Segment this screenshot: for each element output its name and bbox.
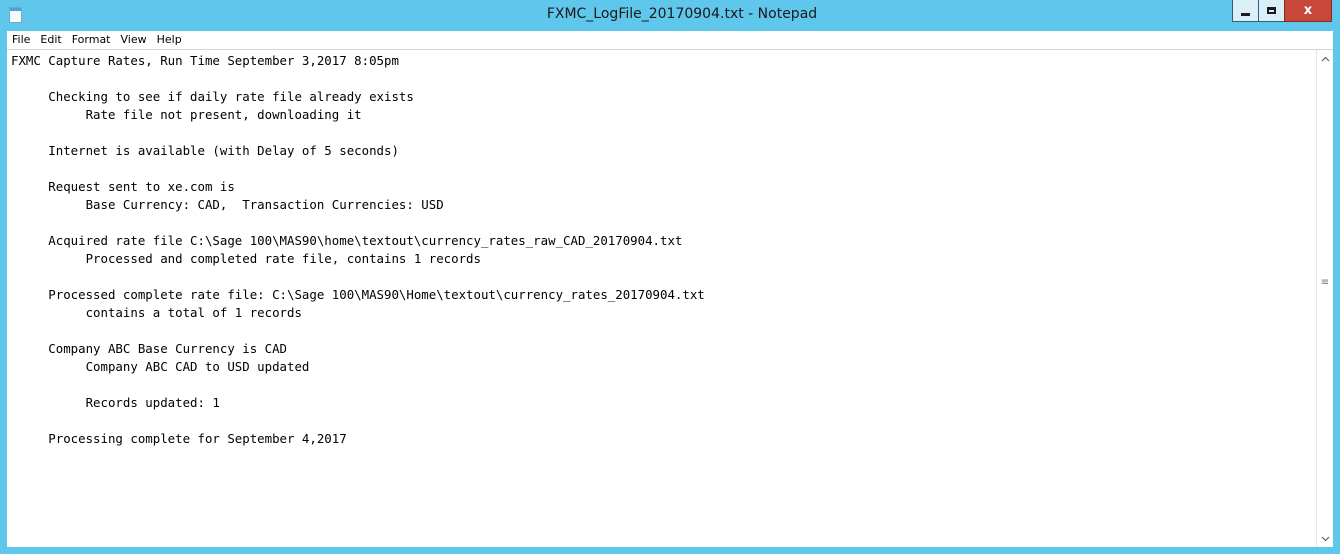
text-line: Request sent to xe.com is bbox=[11, 179, 235, 194]
maximize-button[interactable] bbox=[1258, 0, 1285, 22]
close-button[interactable]: x bbox=[1284, 0, 1332, 22]
menu-format[interactable]: Format bbox=[67, 31, 116, 49]
text-line: Checking to see if daily rate file alrea… bbox=[11, 89, 414, 104]
maximize-icon bbox=[1267, 7, 1276, 14]
text-line: Base Currency: CAD, Transaction Currenci… bbox=[11, 197, 444, 212]
menu-view[interactable]: View bbox=[116, 31, 152, 49]
scroll-thumb[interactable] bbox=[1319, 67, 1331, 530]
text-line: Acquired rate file C:\Sage 100\MAS90\hom… bbox=[11, 233, 683, 248]
window-title: FXMC_LogFile_20170904.txt - Notepad bbox=[546, 6, 818, 22]
text-line: Records updated: 1 bbox=[11, 395, 220, 410]
menu-help[interactable]: Help bbox=[152, 31, 187, 49]
notepad-window: FXMC_LogFile_20170904.txt - Notepad x Fi… bbox=[0, 0, 1340, 554]
scroll-down-arrow-icon[interactable] bbox=[1317, 530, 1333, 547]
text-line: Processed and completed rate file, conta… bbox=[11, 251, 481, 266]
close-icon: x bbox=[1303, 3, 1313, 18]
vertical-scrollbar[interactable]: ≡ bbox=[1316, 50, 1333, 547]
text-line: FXMC Capture Rates, Run Time September 3… bbox=[11, 53, 399, 68]
minimize-button[interactable] bbox=[1232, 0, 1259, 22]
text-line: Internet is available (with Delay of 5 s… bbox=[11, 143, 399, 158]
minimize-icon bbox=[1241, 13, 1250, 16]
title-bar[interactable]: FXMC_LogFile_20170904.txt - Notepad x bbox=[0, 0, 1340, 31]
text-line: Processing complete for September 4,2017 bbox=[11, 431, 347, 446]
menu-bar: File Edit Format View Help bbox=[7, 31, 1333, 49]
editor-area[interactable]: FXMC Capture Rates, Run Time September 3… bbox=[7, 49, 1333, 547]
text-line: Rate file not present, downloading it bbox=[11, 107, 362, 122]
scroll-up-arrow-icon[interactable] bbox=[1317, 50, 1333, 67]
text-line: Processed complete rate file: C:\Sage 10… bbox=[11, 287, 705, 302]
scroll-grip-icon: ≡ bbox=[1320, 276, 1330, 288]
text-content[interactable]: FXMC Capture Rates, Run Time September 3… bbox=[7, 50, 1316, 547]
menu-edit[interactable]: Edit bbox=[35, 31, 66, 49]
text-line: Company ABC Base Currency is CAD bbox=[11, 341, 288, 356]
menu-file[interactable]: File bbox=[7, 31, 35, 49]
text-line: contains a total of 1 records bbox=[11, 305, 302, 320]
text-line: Company ABC CAD to USD updated bbox=[11, 359, 310, 374]
